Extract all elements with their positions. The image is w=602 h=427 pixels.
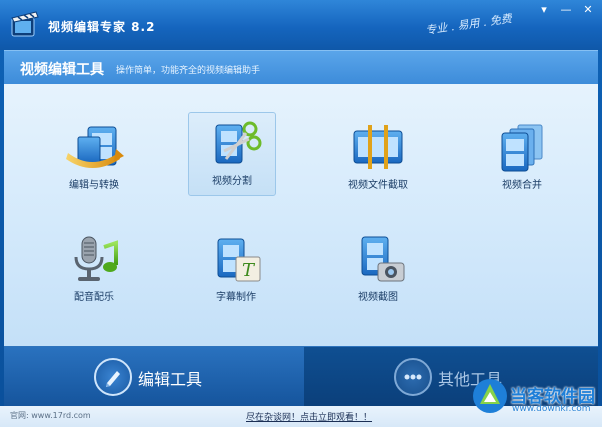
slogan-text: 专业 . 易用 . 免费 [424, 12, 513, 37]
tool-video-merge[interactable]: 视频合并 [478, 116, 566, 200]
slogan: 专业 . 易用 . 免费 [425, 12, 535, 42]
tool-screenshot[interactable]: 视频截图 [334, 228, 422, 312]
tool-label: 编辑与转换 [69, 180, 119, 191]
tool-subtitle[interactable]: T 字幕制作 [192, 228, 280, 312]
film-camera-icon [361, 236, 405, 282]
more-dots-icon [394, 358, 432, 396]
minimize-button[interactable]: — [558, 3, 574, 17]
menu-button[interactable]: ▾ [536, 3, 552, 17]
window-controls: ▾ — ✕ [536, 3, 596, 17]
watermark: 当客软件园 www.downkr.com [470, 370, 602, 426]
tool-label: 字幕制作 [216, 292, 256, 303]
film-subtitle-icon: T [217, 238, 261, 282]
film-convert-icon [66, 126, 124, 168]
tool-video-split[interactable]: 视频分割 [188, 112, 276, 196]
tool-label: 视频截图 [358, 292, 398, 303]
tab-edit-tools[interactable]: 编辑工具 [4, 347, 304, 407]
close-button[interactable]: ✕ [580, 3, 596, 17]
watermark-url: www.downkr.com [512, 404, 591, 414]
pen-icon [94, 358, 132, 396]
tool-label: 配音配乐 [74, 292, 114, 303]
watermark-logo-icon [473, 379, 507, 413]
app-title: 视频编辑专家 8.2 [48, 20, 156, 34]
tool-file-clip[interactable]: 视频文件截取 [334, 116, 422, 200]
tools-panel: 编辑与转换 视频分割 视频文件截取 视频合并 配音配乐 T 字幕制作 视频截图 [4, 84, 598, 346]
section-title: 视频编辑工具 [20, 62, 104, 78]
svg-text:T: T [242, 260, 256, 281]
film-merge-icon [501, 124, 543, 172]
promo-link[interactable]: 尽在杂谈网！点击立即观看！！ [246, 410, 372, 423]
tool-dubbing-music[interactable]: 配音配乐 [50, 228, 138, 312]
tool-edit-convert[interactable]: 编辑与转换 [50, 116, 138, 200]
tool-label: 视频合并 [502, 180, 542, 191]
film-scissors-icon [215, 121, 262, 164]
tool-label: 视频文件截取 [348, 180, 408, 191]
app-window: 视频编辑专家 8.2 专业 . 易用 . 免费 ▾ — ✕ 视频编辑工具 操作简… [0, 0, 602, 427]
tool-label: 视频分割 [212, 176, 252, 187]
microphone-music-icon [74, 236, 118, 281]
film-cut-icon [353, 125, 403, 169]
app-logo-icon [11, 11, 39, 37]
title-bar: 视频编辑专家 8.2 专业 . 易用 . 免费 ▾ — ✕ [0, 0, 602, 50]
tab-label: 编辑工具 [138, 370, 203, 389]
section-subtitle: 操作简单，功能齐全的视频编辑助手 [116, 66, 261, 76]
website-text: 官网: www.17rd.com [10, 411, 91, 420]
section-header: 视频编辑工具 操作简单，功能齐全的视频编辑助手 [4, 50, 598, 85]
